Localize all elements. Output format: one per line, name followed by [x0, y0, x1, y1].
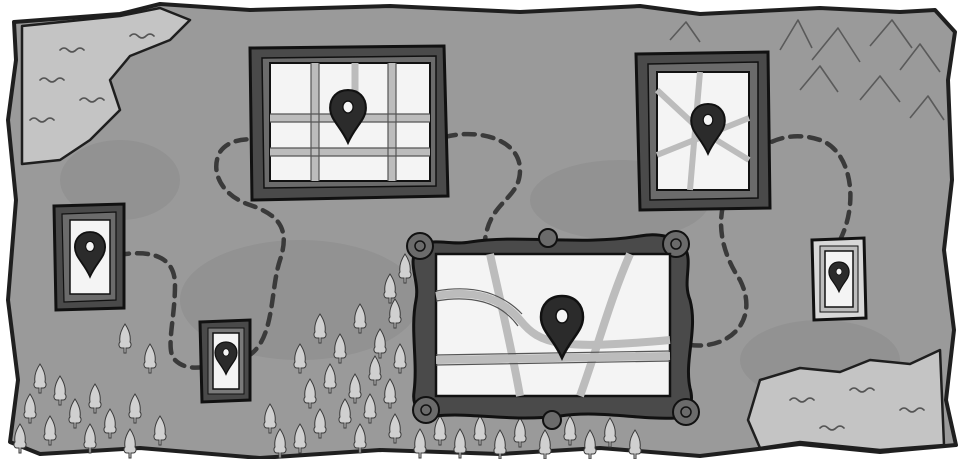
map-canvas: [6, 2, 958, 459]
map-frame-top-right: [634, 50, 772, 212]
map-frame-bottom-left: [198, 318, 252, 404]
treasure-map-illustration: [0, 0, 960, 459]
map-frame-right: [810, 236, 868, 322]
map-frame-top-center: [248, 44, 450, 202]
map-frame-left: [52, 202, 126, 312]
map-frame-center-ornate: [406, 228, 700, 430]
